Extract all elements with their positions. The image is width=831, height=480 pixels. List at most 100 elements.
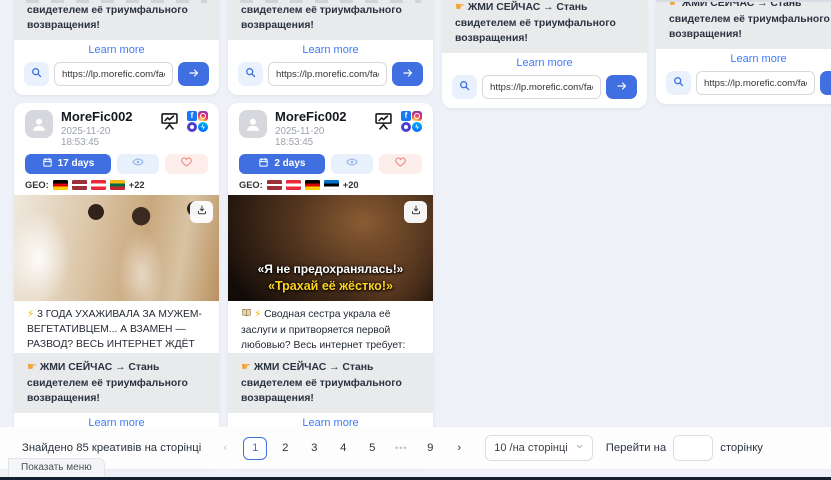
account-name[interactable]: MoreFic002 (275, 110, 365, 125)
url-row (656, 68, 831, 104)
page-button-5[interactable]: 5 (361, 437, 383, 460)
flag-lithuania-icon (110, 180, 125, 190)
messenger-icon (412, 122, 422, 132)
avatar (25, 110, 53, 138)
creative-library-page: ☛ЖМИ СЕЙЧАС → Стань свидетелем её триумф… (0, 0, 831, 480)
lightning-icon: ⚡ (27, 309, 34, 320)
landing-url-input[interactable] (696, 71, 815, 95)
flag-germany-icon (53, 180, 68, 190)
presentation-chart-icon[interactable] (373, 110, 394, 136)
next-page-button[interactable]: › (448, 437, 470, 460)
days-active-button[interactable]: 2 days (239, 154, 325, 174)
top-card-4: ☛ЖМИ СЕЙЧАС → Стань свидетелем её триумф… (656, 0, 831, 104)
preview-button[interactable] (117, 154, 160, 174)
profile-row: MoreFic002 2025-11-20 18:53:45 (228, 103, 433, 150)
learn-more-link[interactable]: Learn more (656, 49, 831, 68)
learn-more-link[interactable]: Learn more (228, 40, 433, 59)
days-label: 2 days (274, 158, 305, 169)
search-button[interactable] (452, 75, 477, 99)
search-button[interactable] (238, 62, 263, 86)
learn-more-link[interactable]: Learn more (14, 40, 219, 59)
arrow-right-icon (615, 80, 629, 95)
cta-banner-text: ЖМИ СЕЙЧАС → Стань свидетелем её триумфа… (27, 0, 188, 31)
learn-more-link[interactable]: Learn more (442, 53, 647, 72)
eye-icon (131, 156, 145, 171)
favorite-button[interactable] (379, 154, 422, 174)
show-menu-button[interactable]: Показать меню (8, 458, 105, 477)
creative-date: 2025-11-20 18:53:45 (61, 126, 151, 148)
url-row (228, 59, 433, 95)
page-button-1[interactable]: 1 (243, 437, 267, 460)
creative-image-wedding[interactable] (14, 195, 219, 301)
facebook-icon (401, 111, 411, 121)
placement-icons (401, 111, 422, 132)
open-url-button[interactable] (178, 62, 209, 86)
landing-url-input[interactable] (268, 62, 387, 86)
cta-banner-text: ЖМИ СЕЙЧАС → Стань свидетелем её триумфа… (241, 0, 402, 31)
landing-url-input[interactable] (482, 75, 601, 99)
url-row (442, 72, 647, 108)
page-button-4[interactable]: 4 (332, 437, 354, 460)
days-active-button[interactable]: 17 days (25, 154, 111, 174)
clipped-content-line (656, 0, 831, 2)
geo-more-count[interactable]: +22 (129, 180, 145, 190)
search-icon (672, 75, 685, 91)
download-image-button[interactable] (190, 201, 213, 223)
geo-more-count[interactable]: +20 (343, 180, 359, 190)
goto-page-input[interactable] (673, 435, 713, 461)
open-url-button[interactable] (820, 71, 831, 95)
geo-label: GEO: (25, 180, 49, 190)
pointing-hand-icon: ☛ (455, 1, 465, 13)
profile-info: MoreFic002 2025-11-20 18:53:45 (275, 110, 365, 148)
results-count: Знайдено 85 креативів на сторінці (22, 442, 201, 454)
flag-estonia-icon (324, 180, 339, 190)
instagram-icon (198, 111, 208, 121)
geo-row: GEO: +20 (228, 176, 433, 194)
per-page-select[interactable]: 10 /на сторінці (485, 435, 593, 461)
open-url-button[interactable] (606, 75, 637, 99)
download-image-button[interactable] (404, 201, 427, 223)
cta-banner-text: ЖМИ СЕЙЧАС → Стань свидетелем её триумфа… (27, 362, 188, 404)
search-button[interactable] (666, 71, 691, 95)
url-row (14, 59, 219, 95)
search-icon (458, 79, 471, 95)
search-button[interactable] (24, 62, 49, 86)
chevron-down-icon (575, 442, 584, 454)
presentation-chart-icon[interactable] (159, 110, 180, 136)
flag-austria-icon (286, 180, 301, 190)
favorite-button[interactable] (165, 154, 208, 174)
audience-network-icon (401, 122, 411, 132)
column-4: ☛ЖМИ СЕЙЧАС → Стань свидетелем её триумф… (656, 0, 831, 104)
open-url-button[interactable] (392, 62, 423, 86)
avatar (239, 110, 267, 138)
pages-ellipsis[interactable]: ••• (390, 437, 412, 460)
column-2: ☛ЖМИ СЕЙЧАС → Стань свидетелем её триумф… (228, 0, 433, 468)
creative-text-body: 3 ГОДА УХАЖИВАЛА ЗА МУЖЕМ-ВЕГЕТАТИВЦЕМ..… (27, 309, 202, 353)
image-caption: «Я не предохранялась!» «Трахай её жёстко… (228, 262, 433, 294)
cta-banner-text: ЖМИ СЕЙЧАС → Стань свидетелем её триумфа… (669, 0, 830, 40)
page-button-9[interactable]: 9 (419, 437, 441, 460)
instagram-icon (412, 111, 422, 121)
goto-page-group: Перейти на сторінку (606, 435, 763, 461)
landing-url-input[interactable] (54, 62, 173, 86)
creative-text-body: Сводная сестра украла её заслуги и притв… (241, 309, 405, 353)
top-card-2: ☛ЖМИ СЕЙЧАС → Стань свидетелем её триумф… (228, 0, 433, 95)
creative-image-dark[interactable]: «Я не предохранялась!» «Трахай её жёстко… (228, 195, 433, 301)
page-button-3[interactable]: 3 (303, 437, 325, 460)
cards-grid: ☛ЖМИ СЕЙЧАС → Стань свидетелем её триумф… (14, 0, 831, 468)
account-name[interactable]: MoreFic002 (61, 110, 151, 125)
cta-banner: ☛ЖМИ СЕЙЧАС → Стань свидетелем её триумф… (14, 353, 219, 413)
clipped-content-dashes (240, 0, 421, 3)
cta-banner: ☛ЖМИ СЕЙЧАС → Стань свидетелем её триумф… (442, 0, 647, 53)
cta-banner: ☛ЖМИ СЕЙЧАС → Стань свидетелем её триумф… (14, 0, 219, 40)
heart-icon (180, 156, 193, 171)
page-button-2[interactable]: 2 (274, 437, 296, 460)
search-icon (244, 66, 257, 82)
preview-button[interactable] (331, 154, 374, 174)
calendar-icon (42, 157, 53, 171)
days-label: 17 days (58, 158, 95, 169)
profile-icons (159, 110, 208, 136)
pointing-hand-icon: ☛ (27, 361, 37, 373)
messenger-icon (198, 122, 208, 132)
prev-page-button[interactable]: ‹ (214, 437, 236, 460)
